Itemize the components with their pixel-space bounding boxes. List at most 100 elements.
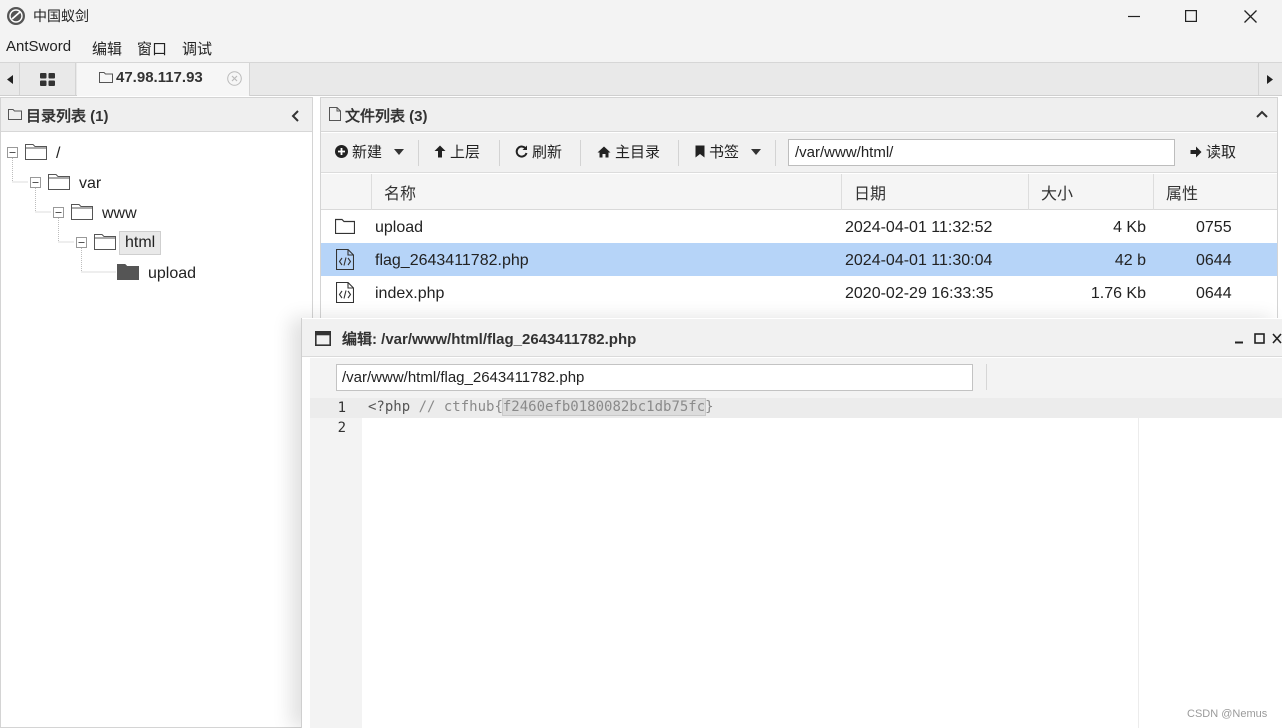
arrow-up-icon bbox=[434, 145, 446, 158]
tree-node-html[interactable]: html bbox=[119, 231, 162, 255]
tab-scroll-left-button[interactable] bbox=[0, 63, 20, 95]
folder-outline-icon bbox=[25, 143, 47, 160]
column-date[interactable]: 日期 bbox=[841, 174, 1028, 210]
antsword-window: 中国蚁剑 AntSword 编辑 窗口 调试 47.98.117.93 目录列表… bbox=[0, 0, 1282, 728]
tree-node-root[interactable]: / bbox=[56, 145, 60, 163]
toolbar-separator bbox=[580, 140, 581, 166]
maximize-button[interactable] bbox=[1162, 0, 1220, 32]
chevron-left-icon bbox=[291, 110, 299, 122]
grid-icon bbox=[40, 72, 55, 86]
home-button[interactable]: 主目录 bbox=[597, 141, 660, 162]
file-outline-icon bbox=[329, 107, 341, 121]
folder-outline-icon bbox=[94, 233, 116, 250]
toolbar-separator bbox=[418, 140, 419, 166]
new-button[interactable]: 新建 bbox=[335, 141, 405, 162]
tab-scroll-right-button[interactable] bbox=[1258, 63, 1280, 95]
column-attributes[interactable]: 属性 bbox=[1153, 174, 1277, 210]
maximize-icon bbox=[1254, 333, 1265, 344]
minimize-button[interactable] bbox=[1105, 0, 1163, 32]
refresh-icon bbox=[515, 145, 528, 158]
home-icon bbox=[597, 146, 611, 157]
collapse-panel-button[interactable] bbox=[291, 110, 299, 122]
caret-down-icon bbox=[751, 148, 762, 155]
toolbar-separator bbox=[678, 140, 679, 166]
caret-right-icon bbox=[1266, 74, 1273, 84]
directory-panel-title: 目录列表 (1) bbox=[26, 108, 109, 125]
plus-circle-icon bbox=[335, 145, 348, 158]
close-icon bbox=[1272, 333, 1282, 344]
column-name[interactable]: 名称 bbox=[371, 174, 841, 210]
editor-gutter bbox=[310, 398, 362, 728]
toolbar-separator bbox=[499, 140, 500, 166]
code-comment: // ctfhub{ bbox=[410, 399, 503, 415]
bookmark-icon bbox=[695, 145, 705, 158]
tree-node-upload[interactable]: upload bbox=[148, 265, 196, 283]
file-name[interactable]: flag_2643411782.php bbox=[375, 252, 529, 270]
editor-close-button[interactable] bbox=[1272, 333, 1282, 344]
refresh-button-label: 刷新 bbox=[532, 144, 563, 161]
selected-flag-text: f2460efb0180082bc1db75fc bbox=[501, 398, 707, 416]
code-file-icon bbox=[336, 282, 354, 303]
file-name[interactable]: upload bbox=[375, 219, 423, 237]
minus-box-icon bbox=[76, 237, 87, 248]
tree-toggle-root[interactable] bbox=[7, 147, 18, 158]
path-input[interactable] bbox=[788, 139, 1175, 166]
print-margin bbox=[1138, 418, 1139, 728]
folder-outline-icon bbox=[71, 203, 93, 220]
file-name[interactable]: index.php bbox=[375, 285, 444, 303]
read-button-label: 读取 bbox=[1206, 144, 1237, 161]
arrow-right-icon bbox=[1190, 146, 1202, 157]
minus-box-icon bbox=[7, 147, 18, 158]
refresh-button[interactable]: 刷新 bbox=[515, 141, 562, 162]
line-number: 1 bbox=[337, 400, 346, 416]
tab-host-label: 47.98.117.93 bbox=[116, 69, 203, 86]
bookmark-button-label: 书签 bbox=[709, 144, 740, 161]
collapse-file-list-button[interactable] bbox=[1256, 110, 1268, 118]
up-button-label: 上层 bbox=[450, 144, 481, 161]
caret-down-icon bbox=[394, 148, 405, 155]
folder-outline-icon bbox=[48, 173, 70, 190]
file-permission: 0755 bbox=[1196, 219, 1232, 236]
file-list-header bbox=[321, 98, 1277, 132]
tree-node-www[interactable]: www bbox=[102, 205, 137, 223]
minimize-icon bbox=[1128, 15, 1140, 18]
file-permission: 0644 bbox=[1196, 285, 1232, 302]
bookmark-button[interactable]: 书签 bbox=[695, 141, 762, 162]
code-line-1[interactable]: <?php // ctfhub{f2460efb0180082bc1db75fc… bbox=[368, 398, 714, 416]
menu-debug[interactable]: 调试 bbox=[182, 38, 212, 59]
read-button[interactable]: 读取 bbox=[1190, 141, 1236, 162]
up-button[interactable]: 上层 bbox=[434, 141, 480, 162]
home-button-label: 主目录 bbox=[615, 144, 661, 161]
maximize-icon bbox=[1185, 10, 1197, 22]
tree-toggle-var[interactable] bbox=[30, 177, 41, 188]
toolbar-separator bbox=[775, 140, 776, 166]
chevron-up-icon bbox=[1256, 110, 1268, 118]
column-size[interactable]: 大小 bbox=[1028, 174, 1153, 210]
tab-close-button[interactable] bbox=[227, 71, 242, 86]
close-button[interactable] bbox=[1221, 0, 1279, 32]
window-title: 中国蚁剑 bbox=[33, 8, 89, 24]
folder-filled-icon bbox=[117, 263, 139, 280]
tab-home[interactable] bbox=[20, 63, 76, 95]
editor-path-input[interactable] bbox=[336, 364, 973, 391]
file-date: 2024-04-01 11:32:52 bbox=[845, 219, 993, 236]
file-size: 42 b bbox=[1114, 252, 1146, 269]
editor-minimize-button[interactable] bbox=[1234, 334, 1244, 344]
file-list-title: 文件列表 (3) bbox=[345, 108, 428, 125]
file-size: 4 Kb bbox=[1113, 219, 1146, 236]
minus-box-icon bbox=[30, 177, 41, 188]
minus-box-icon bbox=[53, 207, 64, 218]
caret-left-icon bbox=[6, 74, 13, 84]
menu-window[interactable]: 窗口 bbox=[137, 38, 167, 59]
tree-toggle-www[interactable] bbox=[53, 207, 64, 218]
tree-node-var[interactable]: var bbox=[79, 175, 101, 193]
code-file-icon bbox=[336, 249, 354, 270]
menu-edit[interactable]: 编辑 bbox=[92, 38, 122, 59]
file-date: 2024-04-01 11:30:04 bbox=[845, 252, 993, 269]
close-icon bbox=[1243, 9, 1257, 23]
tree-toggle-html[interactable] bbox=[76, 237, 87, 248]
editor-maximize-button[interactable] bbox=[1254, 333, 1265, 344]
watermark: CSDN @Nemus bbox=[1187, 708, 1268, 720]
antsword-logo-icon bbox=[6, 6, 26, 26]
menu-antsword[interactable]: AntSword bbox=[6, 38, 71, 55]
